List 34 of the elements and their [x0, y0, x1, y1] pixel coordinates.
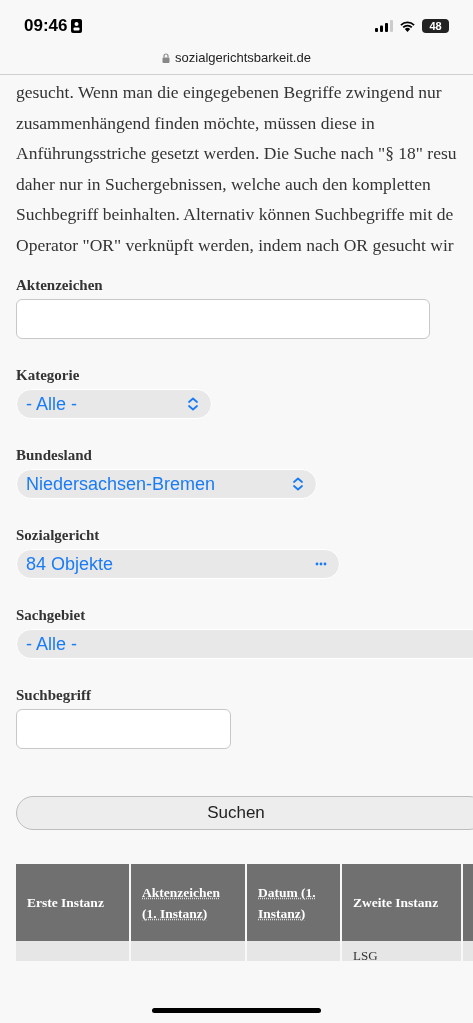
- wifi-icon: [399, 20, 416, 32]
- chevron-up-down-icon: [292, 477, 304, 491]
- body-text-line: gesucht. Wenn man die eingegebenen Begriffe zwingend nur: [16, 81, 442, 104]
- column-header: Zweite Instanz: [342, 864, 463, 941]
- ellipsis-icon: [315, 562, 327, 566]
- url-text[interactable]: sozialgerichtsbarkeit.de: [175, 48, 311, 68]
- field-label: Suchbegriff: [16, 686, 91, 705]
- body-text-line: daher nur in Suchergebnissen, welche auch den kompletten: [16, 172, 431, 196]
- body-text-line: Suchbegriff beinhalten. Alternativ können Suchbegriffe mit de: [16, 203, 454, 226]
- select-dropdown[interactable]: Niedersachsen-Bremen: [16, 469, 317, 499]
- column-header[interactable]: Aktenzeichen (1. Instanz): [131, 864, 247, 941]
- input-field[interactable]: [16, 709, 231, 749]
- field-label: Aktenzeichen: [16, 276, 103, 295]
- select-dropdown[interactable]: - Alle -: [16, 629, 473, 659]
- table-cell: LSG: [353, 948, 378, 963]
- status-time: 09:46: [24, 15, 68, 38]
- signal-icon: [375, 20, 393, 32]
- search-button[interactable]: Suchen: [16, 796, 473, 830]
- body-text-line: Operator "OR" verknüpft werden, indem nach OR gesucht wir: [16, 233, 454, 257]
- chevron-up-down-icon: [187, 397, 199, 411]
- field-label: Kategorie: [16, 366, 80, 385]
- body-text-line: zusammenhängend finden möchte, müssen diese in: [16, 111, 375, 135]
- battery-icon: 48: [422, 19, 449, 33]
- select-dropdown[interactable]: 84 Objekte: [16, 549, 340, 579]
- field-label: Sachgebiet: [16, 606, 86, 625]
- input-field[interactable]: [16, 299, 430, 339]
- field-label: Bundesland: [16, 446, 92, 465]
- id-card-icon: [71, 19, 83, 33]
- body-text-line: Anführungsstriche gesetzt werden. Die Suche nach "§ 18" resu: [16, 142, 457, 165]
- lock-icon: [162, 53, 171, 63]
- column-header: Erste Instanz: [16, 864, 131, 941]
- column-header[interactable]: Datum (1. Instanz): [247, 864, 342, 941]
- select-dropdown[interactable]: - Alle -: [16, 389, 212, 419]
- field-label: Sozialgericht: [16, 526, 100, 545]
